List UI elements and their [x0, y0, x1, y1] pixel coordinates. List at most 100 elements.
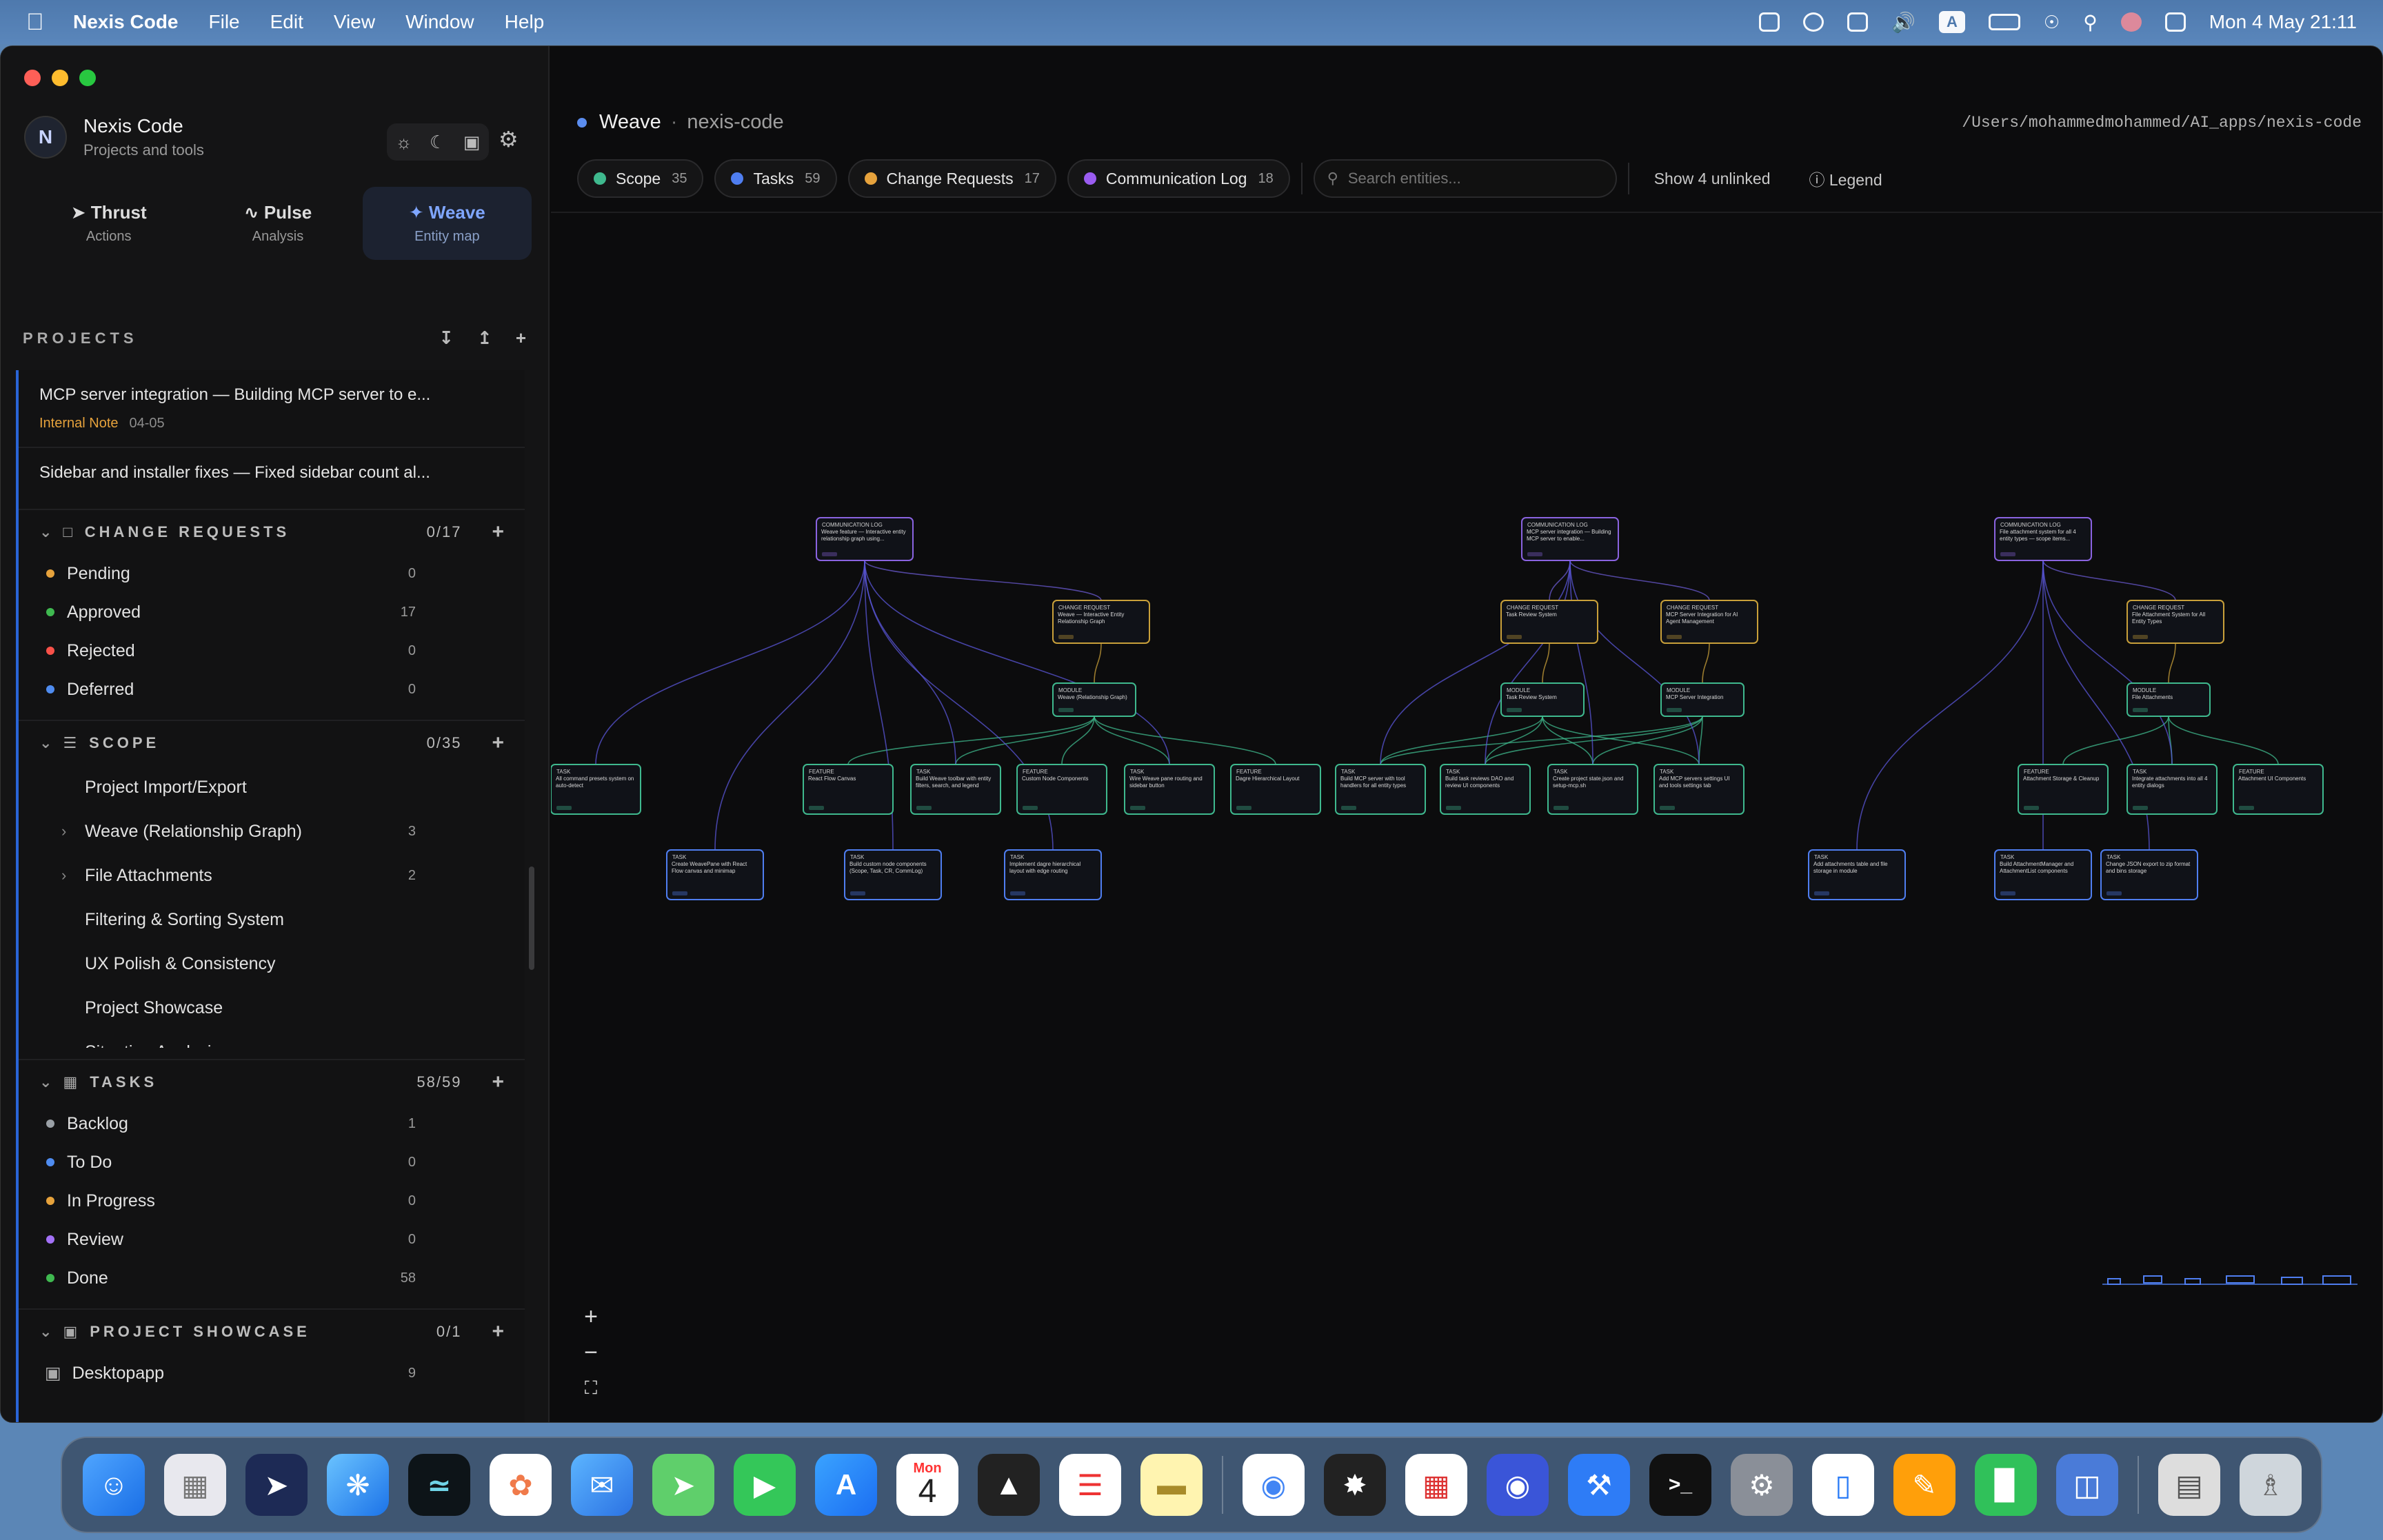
graph-node-comm[interactable]: COMMUNICATION LOGFile attachment system …	[1994, 517, 2092, 561]
moon-icon[interactable]: ☾	[430, 132, 445, 153]
search-input[interactable]	[1347, 170, 1596, 188]
graph-node-features[interactable]: FEATUREAttachment Storage & Cleanup	[2018, 764, 2109, 815]
list-item[interactable]: Backlog 1	[19, 1104, 525, 1143]
graph-node-features[interactable]: TASKCreate project state.json and setup-…	[1547, 764, 1638, 815]
menu-file[interactable]: File	[209, 11, 240, 33]
graph-node-features[interactable]: FEATURECustom Node Components	[1016, 764, 1107, 815]
clipboard-status-icon[interactable]	[1847, 12, 1869, 32]
list-item[interactable]: Project Showcase	[19, 986, 525, 1030]
list-item[interactable]: MCP server integration — Building MCP se…	[19, 370, 525, 448]
change-requests-section-header[interactable]: ⌄ □ CHANGE REQUESTS 0/17 +	[19, 509, 525, 554]
graph-node-cr[interactable]: CHANGE REQUESTTask Review System	[1500, 600, 1598, 644]
zoom-out-button[interactable]: −	[569, 1337, 613, 1368]
simulator-icon[interactable]: ▯	[1812, 1454, 1874, 1516]
graph-node-scope[interactable]: MODULEMCP Server Integration	[1660, 682, 1744, 717]
menu-clock[interactable]: Mon 4 May 21:11	[2209, 11, 2357, 33]
mode-pulse[interactable]: ∿ Pulse Analysis	[193, 187, 362, 260]
app-status-icon[interactable]	[1803, 12, 1824, 32]
add-change-request-icon[interactable]: +	[492, 520, 504, 544]
minimize-window-button[interactable]	[52, 70, 68, 86]
graph-node-tasks[interactable]: TASKBuild custom node components (Scope,…	[844, 849, 942, 900]
list-item[interactable]: › Weave (Relationship Graph) 3	[19, 809, 525, 853]
list-item[interactable]: To Do 0	[19, 1143, 525, 1182]
zoom-window-button[interactable]	[79, 70, 96, 86]
graph-node-features[interactable]: TASKIntegrate attachments into all 4 ent…	[2126, 764, 2218, 815]
list-item[interactable]: › File Attachments 2	[19, 853, 525, 898]
cube-app-icon[interactable]: ▲	[978, 1454, 1040, 1516]
spreadsheet-icon[interactable]: ▦	[1405, 1454, 1467, 1516]
documents-stack-icon[interactable]: ▤	[2158, 1454, 2220, 1516]
close-window-button[interactable]	[24, 70, 41, 86]
photos-icon[interactable]: ✿	[490, 1454, 552, 1516]
sun-icon[interactable]: ☼	[396, 132, 412, 153]
chevron-down-icon[interactable]: ⌄	[39, 1323, 52, 1341]
chevron-down-icon[interactable]: ⌄	[39, 1073, 52, 1091]
graph-node-comm[interactable]: COMMUNICATION LOGMCP server integration …	[1521, 517, 1619, 561]
relationship-graph[interactable]: COMMUNICATION LOGWeave feature — Interac…	[550, 213, 2383, 1423]
graph-node-features[interactable]: TASKBuild MCP server with tool handlers …	[1335, 764, 1426, 815]
add-showcase-icon[interactable]: +	[492, 1320, 504, 1344]
xcode-icon[interactable]: ⚒	[1568, 1454, 1630, 1516]
sidebar-scrollbar[interactable]	[529, 867, 534, 970]
filter-chip-change-requests[interactable]: Change Requests 17	[847, 159, 1056, 198]
graph-node-tasks[interactable]: TASKChange JSON export to zip format and…	[2100, 849, 2198, 900]
chat-app-icon[interactable]: ◉	[1487, 1454, 1549, 1516]
legend-button[interactable]: ⓘ Legend	[1796, 167, 1896, 190]
show-unlinked-button[interactable]: Show 4 unlinked	[1640, 170, 1784, 188]
mode-weave[interactable]: ✦ Weave Entity map	[362, 187, 532, 260]
maps-icon[interactable]: ➤	[652, 1454, 714, 1516]
input-source-icon[interactable]: A	[1938, 11, 1965, 33]
list-item[interactable]: Rejected 0	[19, 631, 525, 670]
graph-node-features[interactable]: TASKWire Weave pane routing and sidebar …	[1124, 764, 1215, 815]
graph-node-features[interactable]: TASKBuild Weave toolbar with entity filt…	[910, 764, 1001, 815]
reminders-icon[interactable]: ☰	[1059, 1454, 1121, 1516]
monitor-icon[interactable]: ▣	[463, 132, 481, 153]
app-store-icon[interactable]: A	[815, 1454, 877, 1516]
search-box[interactable]: ⚲	[1313, 159, 1617, 198]
graph-node-comm[interactable]: COMMUNICATION LOGWeave feature — Interac…	[816, 517, 914, 561]
graph-canvas[interactable]: COMMUNICATION LOG Weave feature — Interac…	[550, 212, 2383, 1423]
graph-node-cr[interactable]: CHANGE REQUESTFile Attachment System for…	[2126, 600, 2224, 644]
filter-chip-scope[interactable]: Scope 35	[577, 159, 704, 198]
graph-node-features[interactable]: FEATUREAttachment UI Components	[2233, 764, 2324, 815]
graph-node-tasks[interactable]: TASKImplement dagre hierarchical layout …	[1004, 849, 1102, 900]
graph-node-scope[interactable]: MODULEWeave (Relationship Graph)	[1052, 682, 1136, 717]
menu-window[interactable]: Window	[405, 11, 474, 33]
chevron-right-icon[interactable]: ›	[61, 822, 85, 840]
navigator-app-icon[interactable]: ➤	[245, 1454, 308, 1516]
facetime-icon[interactable]: ▶	[734, 1454, 796, 1516]
list-item[interactable]: UX Polish & Consistency	[19, 942, 525, 986]
graph-node-features[interactable]: FEATUREReact Flow Canvas	[803, 764, 894, 815]
list-item[interactable]: In Progress 0	[19, 1182, 525, 1220]
list-item[interactable]: Project Import/Export	[19, 765, 525, 809]
notes-icon[interactable]: ▬	[1140, 1454, 1203, 1516]
add-task-icon[interactable]: +	[492, 1071, 504, 1094]
tasks-section-header[interactable]: ⌄ ▦ TASKS 58/59 +	[19, 1059, 525, 1104]
filter-chip-tasks[interactable]: Tasks 59	[714, 159, 837, 198]
graph-node-features[interactable]: TASKAdd MCP servers settings UI and tool…	[1653, 764, 1744, 815]
filter-chip-communication-log[interactable]: Communication Log 18	[1067, 159, 1290, 198]
graph-node-features[interactable]: TASKBuild task reviews DAO and review UI…	[1440, 764, 1531, 815]
list-item[interactable]: ▣ Desktopapp 9	[19, 1354, 525, 1392]
minimap[interactable]	[2102, 1264, 2357, 1294]
list-item[interactable]: Pending 0	[19, 554, 525, 593]
menu-app-name[interactable]: Nexis Code	[73, 11, 179, 33]
gear-icon[interactable]: ⚙	[499, 126, 519, 152]
graph-node-cr[interactable]: CHANGE REQUESTMCP Server Integration for…	[1660, 600, 1758, 644]
list-item[interactable]: Done 58	[19, 1259, 525, 1297]
list-item[interactable]: Deferred 0	[19, 670, 525, 709]
finder-icon[interactable]: ☺	[83, 1454, 145, 1516]
chevron-down-icon[interactable]: ⌄	[39, 734, 52, 752]
calendar-icon[interactable]: Mon 4	[896, 1454, 958, 1516]
chevron-right-icon[interactable]: ›	[61, 867, 85, 884]
chrome-icon[interactable]: ◉	[1243, 1454, 1305, 1516]
list-item[interactable]: Approved 17	[19, 593, 525, 631]
graph-node-tasks[interactable]: TASKBuild AttachmentManager and Attachme…	[1994, 849, 2092, 900]
ai-assistant-icon[interactable]: ✸	[1324, 1454, 1386, 1516]
list-item[interactable]: Sidebar and installer fixes — Fixed side…	[19, 448, 525, 498]
wifi-icon[interactable]: ☉	[2044, 12, 2060, 33]
battery-icon[interactable]	[1988, 14, 2020, 30]
add-scope-icon[interactable]: +	[492, 731, 504, 755]
add-project-icon[interactable]: +	[516, 327, 526, 349]
mail-icon[interactable]: ✉	[571, 1454, 633, 1516]
